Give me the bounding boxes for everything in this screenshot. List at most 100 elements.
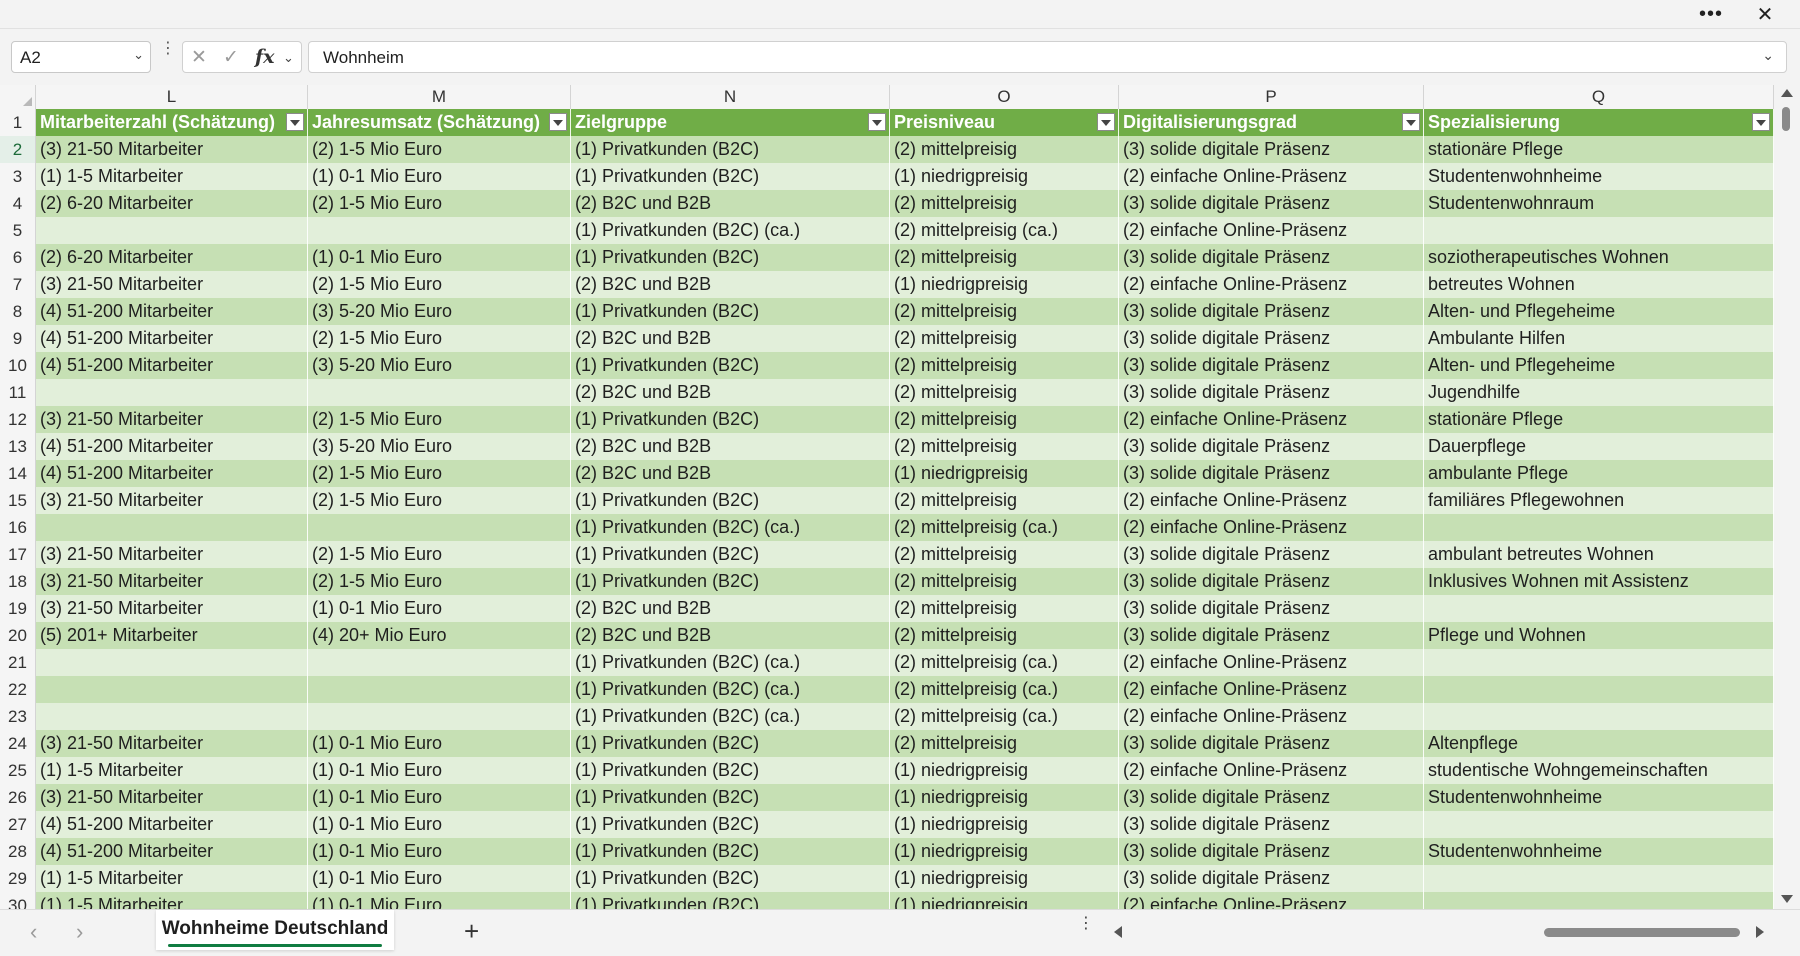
row-number[interactable]: 11 xyxy=(0,379,36,406)
table-cell[interactable] xyxy=(308,217,571,244)
table-cell[interactable]: (1) 1-5 Mitarbeiter xyxy=(36,163,308,190)
table-cell[interactable]: studentische Wohngemeinschaften xyxy=(1424,757,1774,784)
table-cell[interactable]: (1) 0-1 Mio Euro xyxy=(308,838,571,865)
table-cell[interactable]: (3) solide digitale Präsenz xyxy=(1119,352,1424,379)
row-number[interactable]: 29 xyxy=(0,865,36,892)
column-header-q[interactable]: Q xyxy=(1424,85,1774,109)
table-cell[interactable]: stationäre Pflege xyxy=(1424,136,1774,163)
table-cell[interactable]: (1) Privatkunden (B2C) (ca.) xyxy=(571,514,890,541)
filter-dropdown-icon[interactable] xyxy=(1402,113,1420,131)
scroll-up-icon[interactable] xyxy=(1781,89,1793,97)
row-number[interactable]: 5 xyxy=(0,217,36,244)
table-cell[interactable]: (2) 1-5 Mio Euro xyxy=(308,271,571,298)
table-cell[interactable]: (1) Privatkunden (B2C) xyxy=(571,136,890,163)
table-cell[interactable]: (2) 1-5 Mio Euro xyxy=(308,541,571,568)
table-cell[interactable]: (3) solide digitale Präsenz xyxy=(1119,595,1424,622)
table-cell[interactable] xyxy=(1424,703,1774,730)
column-header-m[interactable]: M xyxy=(308,85,571,109)
table-cell[interactable]: Ambulante Hilfen xyxy=(1424,325,1774,352)
table-cell[interactable]: (2) einfache Online-Präsenz xyxy=(1119,676,1424,703)
table-cell[interactable]: (3) solide digitale Präsenz xyxy=(1119,811,1424,838)
table-cell[interactable]: (2) 6-20 Mitarbeiter xyxy=(36,190,308,217)
table-cell[interactable]: (1) Privatkunden (B2C) xyxy=(571,784,890,811)
table-cell[interactable] xyxy=(1424,811,1774,838)
previous-sheet-icon[interactable]: ‹ xyxy=(30,919,37,945)
table-cell[interactable]: (2) einfache Online-Präsenz xyxy=(1119,271,1424,298)
table-cell[interactable]: (1) niedrigpreisig xyxy=(890,892,1119,909)
table-cell[interactable]: (4) 51-200 Mitarbeiter xyxy=(36,298,308,325)
table-cell[interactable]: (3) 21-50 Mitarbeiter xyxy=(36,595,308,622)
table-cell[interactable]: (4) 51-200 Mitarbeiter xyxy=(36,325,308,352)
table-cell[interactable]: (1) niedrigpreisig xyxy=(890,460,1119,487)
table-cell[interactable]: (2) B2C und B2B xyxy=(571,325,890,352)
table-cell[interactable]: (2) einfache Online-Präsenz xyxy=(1119,649,1424,676)
table-cell[interactable]: (1) niedrigpreisig xyxy=(890,838,1119,865)
tab-bar-options-icon[interactable]: ⋮ xyxy=(1078,916,1094,932)
row-number[interactable]: 8 xyxy=(0,298,36,325)
table-cell[interactable]: (5) 201+ Mitarbeiter xyxy=(36,622,308,649)
table-cell[interactable]: Studentenwohnheime xyxy=(1424,784,1774,811)
row-number[interactable]: 25 xyxy=(0,757,36,784)
table-cell[interactable]: (3) solide digitale Präsenz xyxy=(1119,433,1424,460)
header-cell[interactable]: Zielgruppe xyxy=(571,109,890,136)
row-number[interactable]: 16 xyxy=(0,514,36,541)
table-cell[interactable]: (3) solide digitale Präsenz xyxy=(1119,568,1424,595)
table-cell[interactable]: (2) mittelpreisig xyxy=(890,433,1119,460)
formula-input[interactable]: Wohnheim ⌄ xyxy=(308,41,1787,73)
table-cell[interactable]: (4) 51-200 Mitarbeiter xyxy=(36,460,308,487)
table-cell[interactable]: (3) 21-50 Mitarbeiter xyxy=(36,541,308,568)
header-cell[interactable]: Digitalisierungsgrad xyxy=(1119,109,1424,136)
row-number[interactable]: 20 xyxy=(0,622,36,649)
sheet-tab-active[interactable]: Wohnheime Deutschland xyxy=(156,910,394,950)
table-cell[interactable]: (1) Privatkunden (B2C) xyxy=(571,163,890,190)
table-cell[interactable]: soziotherapeutisches Wohnen xyxy=(1424,244,1774,271)
table-cell[interactable]: Altenpflege xyxy=(1424,730,1774,757)
table-cell[interactable]: (2) mittelpreisig xyxy=(890,622,1119,649)
table-cell[interactable]: (3) solide digitale Präsenz xyxy=(1119,190,1424,217)
row-number[interactable]: 22 xyxy=(0,676,36,703)
table-cell[interactable]: (2) B2C und B2B xyxy=(571,460,890,487)
cancel-icon[interactable]: ✕ xyxy=(191,46,207,69)
table-cell[interactable]: (3) 21-50 Mitarbeiter xyxy=(36,136,308,163)
table-cell[interactable]: (2) mittelpreisig xyxy=(890,352,1119,379)
table-cell[interactable]: (1) 0-1 Mio Euro xyxy=(308,757,571,784)
table-cell[interactable]: (1) Privatkunden (B2C) xyxy=(571,730,890,757)
table-cell[interactable]: (2) einfache Online-Präsenz xyxy=(1119,703,1424,730)
table-cell[interactable] xyxy=(36,703,308,730)
horizontal-scroll-thumb[interactable] xyxy=(1544,928,1740,937)
filter-dropdown-icon[interactable] xyxy=(549,113,567,131)
table-cell[interactable]: (1) Privatkunden (B2C) xyxy=(571,298,890,325)
table-cell[interactable]: (2) 1-5 Mio Euro xyxy=(308,136,571,163)
select-all-corner[interactable] xyxy=(0,85,36,109)
table-cell[interactable]: (2) mittelpreisig (ca.) xyxy=(890,703,1119,730)
table-cell[interactable]: (3) solide digitale Präsenz xyxy=(1119,298,1424,325)
more-options-icon[interactable]: ••• xyxy=(1688,0,1734,28)
table-cell[interactable]: (3) 5-20 Mio Euro xyxy=(308,298,571,325)
header-cell[interactable]: Jahresumsatz (Schätzung) xyxy=(308,109,571,136)
table-cell[interactable]: (2) 1-5 Mio Euro xyxy=(308,460,571,487)
row-number[interactable]: 7 xyxy=(0,271,36,298)
table-cell[interactable] xyxy=(36,514,308,541)
table-cell[interactable]: (1) niedrigpreisig xyxy=(890,865,1119,892)
table-cell[interactable]: stationäre Pflege xyxy=(1424,406,1774,433)
table-cell[interactable]: (1) Privatkunden (B2C) (ca.) xyxy=(571,676,890,703)
table-cell[interactable]: (2) einfache Online-Präsenz xyxy=(1119,217,1424,244)
table-cell[interactable]: (2) mittelpreisig xyxy=(890,379,1119,406)
table-cell[interactable]: (4) 51-200 Mitarbeiter xyxy=(36,838,308,865)
scroll-right-icon[interactable] xyxy=(1756,926,1764,938)
table-cell[interactable] xyxy=(36,649,308,676)
table-cell[interactable]: (3) 5-20 Mio Euro xyxy=(308,433,571,460)
table-cell[interactable]: (1) 1-5 Mitarbeiter xyxy=(36,757,308,784)
table-cell[interactable]: (1) 0-1 Mio Euro xyxy=(308,892,571,909)
table-cell[interactable]: (2) einfache Online-Präsenz xyxy=(1119,163,1424,190)
table-cell[interactable]: (2) 1-5 Mio Euro xyxy=(308,406,571,433)
table-cell[interactable]: (3) solide digitale Präsenz xyxy=(1119,784,1424,811)
table-cell[interactable]: (1) Privatkunden (B2C) xyxy=(571,568,890,595)
table-cell[interactable]: (1) Privatkunden (B2C) xyxy=(571,352,890,379)
row-number[interactable]: 17 xyxy=(0,541,36,568)
table-cell[interactable]: (2) 1-5 Mio Euro xyxy=(308,190,571,217)
table-cell[interactable]: Studentenwohnheime xyxy=(1424,163,1774,190)
table-cell[interactable]: (1) 0-1 Mio Euro xyxy=(308,595,571,622)
header-cell[interactable]: Mitarbeiterzahl (Schätzung) xyxy=(36,109,308,136)
row-number[interactable]: 28 xyxy=(0,838,36,865)
